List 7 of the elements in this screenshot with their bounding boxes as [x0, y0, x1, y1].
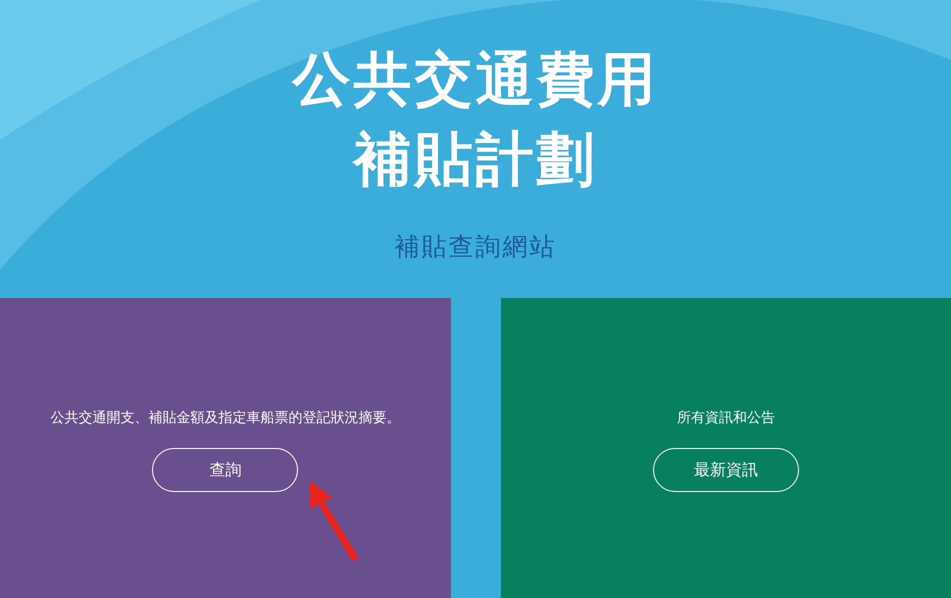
subtitle: 補貼查詢網站: [394, 231, 556, 263]
card-description: 所有資訊和公告: [676, 409, 775, 428]
card-button[interactable]: 最新資訊: [652, 448, 799, 492]
page-title: 補貼計劃: [354, 124, 598, 194]
card-description: 公共交通開支、補貼金額及指定車船票的登記狀況摘要。: [50, 409, 400, 428]
card-button[interactable]: 查詢: [152, 448, 298, 492]
page-title: 公共交通費用: [292, 44, 658, 114]
